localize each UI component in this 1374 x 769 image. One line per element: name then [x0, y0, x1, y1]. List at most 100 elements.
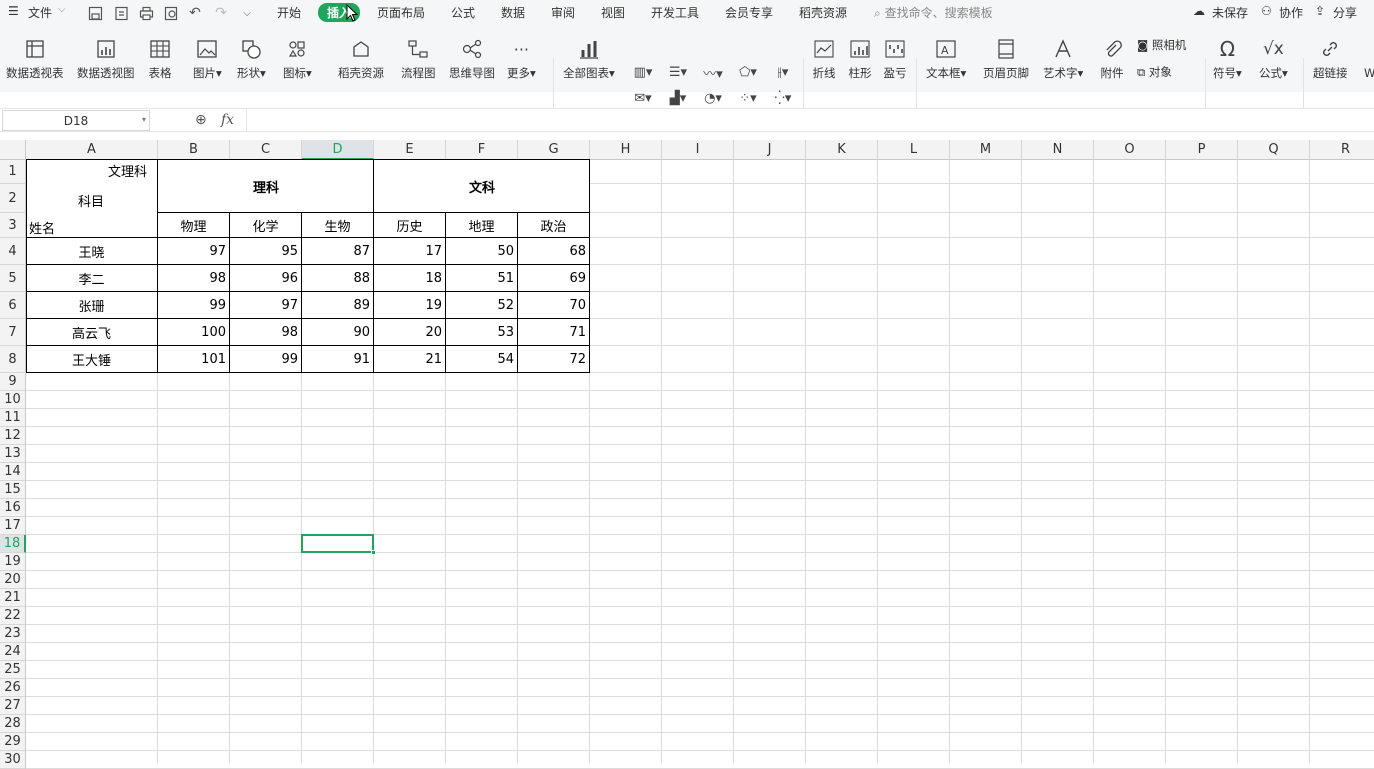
- combo-chart-icon[interactable]: ▟▾: [665, 90, 691, 106]
- pie-chart-icon[interactable]: ◔▾: [700, 90, 726, 106]
- wordart-button[interactable]: 艺术字▾: [1043, 36, 1083, 81]
- score-cell[interactable]: 52: [446, 292, 517, 318]
- tab-daoke[interactable]: 稻壳资源: [799, 4, 847, 21]
- score-cell[interactable]: 101: [158, 346, 229, 372]
- bubble-chart-icon[interactable]: ⁛▾: [770, 90, 796, 106]
- row-header-8[interactable]: 8: [0, 346, 26, 373]
- tab-data[interactable]: 数据: [501, 4, 525, 21]
- column-header-d[interactable]: D: [302, 140, 374, 160]
- fill-handle[interactable]: [371, 550, 376, 555]
- score-cell[interactable]: 97: [230, 292, 301, 318]
- mindmap-button[interactable]: 思维导图: [449, 36, 495, 81]
- row-header-30[interactable]: 30: [0, 751, 26, 769]
- header-footer-button[interactable]: 页眉页脚: [983, 36, 1029, 81]
- row-header-1[interactable]: 1: [0, 160, 26, 184]
- tab-member[interactable]: 会员专享: [725, 4, 773, 21]
- more-button[interactable]: ··· 更多▾: [507, 36, 536, 81]
- column-header-k[interactable]: K: [806, 140, 878, 160]
- column-header-j[interactable]: J: [734, 140, 806, 160]
- score-cell[interactable]: 20: [374, 319, 445, 345]
- tab-formulas[interactable]: 公式: [451, 4, 475, 21]
- score-cell[interactable]: 53: [446, 319, 517, 345]
- customize-chevron-icon[interactable]: ⌵: [238, 4, 256, 22]
- score-cell[interactable]: 98: [230, 319, 301, 345]
- row-header-28[interactable]: 28: [0, 715, 26, 733]
- row-header-12[interactable]: 12: [0, 427, 26, 445]
- row-header-9[interactable]: 9: [0, 373, 26, 391]
- student-name[interactable]: 王晓: [26, 238, 157, 264]
- export-pdf-icon[interactable]: [112, 4, 130, 22]
- share-button[interactable]: 分享: [1333, 4, 1357, 21]
- row-header-22[interactable]: 22: [0, 607, 26, 625]
- tab-view[interactable]: 视图: [601, 4, 625, 21]
- column-header-q[interactable]: Q: [1238, 140, 1310, 160]
- row-header-29[interactable]: 29: [0, 733, 26, 751]
- pivot-chart-button[interactable]: 数据透视图: [77, 36, 135, 81]
- column-header-p[interactable]: P: [1166, 140, 1238, 160]
- flowchart-button[interactable]: 流程图: [401, 36, 436, 81]
- all-charts-button[interactable]: 全部图表▾: [563, 36, 615, 81]
- fx-icon[interactable]: fx: [221, 112, 234, 128]
- print-preview-icon[interactable]: [162, 4, 180, 22]
- row-header-19[interactable]: 19: [0, 553, 26, 571]
- object-button[interactable]: ⧉ 对象: [1137, 64, 1172, 80]
- row-header-10[interactable]: 10: [0, 391, 26, 409]
- score-cell[interactable]: 72: [518, 346, 589, 372]
- score-cell[interactable]: 21: [374, 346, 445, 372]
- row-header-21[interactable]: 21: [0, 589, 26, 607]
- zoom-icon[interactable]: ⊕: [195, 112, 207, 128]
- chevron-down-icon[interactable]: ⌵: [58, 4, 66, 15]
- subject-header[interactable]: 生物: [302, 213, 373, 237]
- score-cell[interactable]: 98: [158, 265, 229, 291]
- score-cell[interactable]: 91: [302, 346, 373, 372]
- redo-icon[interactable]: ↷: [212, 4, 230, 22]
- column-header-g[interactable]: G: [518, 140, 590, 160]
- print-icon[interactable]: [137, 4, 155, 22]
- score-cell[interactable]: 18: [374, 265, 445, 291]
- score-cell[interactable]: 70: [518, 292, 589, 318]
- column-header-n[interactable]: N: [1022, 140, 1094, 160]
- column-header-a[interactable]: A: [26, 140, 158, 160]
- bar-h-chart-icon[interactable]: ☰▾: [665, 64, 691, 80]
- student-name[interactable]: 李二: [26, 265, 157, 291]
- row-header-15[interactable]: 15: [0, 481, 26, 499]
- area-chart-icon[interactable]: ✉▾: [630, 90, 656, 106]
- subject-header[interactable]: 物理: [158, 213, 229, 237]
- row-header-18[interactable]: 18: [0, 535, 26, 553]
- symbol-button[interactable]: Ω 符号▾: [1213, 36, 1242, 81]
- shape-button[interactable]: 形状▾: [237, 36, 266, 81]
- score-cell[interactable]: 68: [518, 238, 589, 264]
- tab-page-layout[interactable]: 页面布局: [377, 4, 425, 21]
- scatter-chart-icon[interactable]: ⁘▾: [735, 90, 761, 106]
- column-header-b[interactable]: B: [158, 140, 230, 160]
- file-menu[interactable]: 文件: [28, 4, 52, 21]
- line-chart-icon[interactable]: 〰▾: [700, 64, 726, 82]
- column-header-l[interactable]: L: [878, 140, 950, 160]
- score-cell[interactable]: 51: [446, 265, 517, 291]
- camera-button[interactable]: ◙ 照相机: [1137, 37, 1186, 53]
- row-header-4[interactable]: 4: [0, 238, 26, 265]
- subject-header[interactable]: 地理: [446, 213, 517, 237]
- column-header-c[interactable]: C: [230, 140, 302, 160]
- row-header-17[interactable]: 17: [0, 517, 26, 535]
- textbox-button[interactable]: A 文本框▾: [926, 36, 966, 81]
- column-header-i[interactable]: I: [662, 140, 734, 160]
- group-arts[interactable]: 文科: [374, 160, 590, 213]
- group-science[interactable]: 理科: [158, 160, 374, 213]
- spreadsheet-grid[interactable]: A B C D E F G H I J K L M N O P Q R 1 2 3 4 5 6 7 8 9 10 11 12 13 14 15 1…: [0, 140, 1374, 769]
- picture-button[interactable]: 图片▾: [193, 36, 222, 81]
- column-header-r[interactable]: R: [1310, 140, 1374, 160]
- chevron-down-icon[interactable]: ▾: [142, 115, 146, 124]
- stock-chart-icon[interactable]: ⫲▾: [770, 64, 796, 80]
- row-header-6[interactable]: 6: [0, 292, 26, 319]
- search-command[interactable]: ⌕ 查找命令、搜索模板: [874, 4, 993, 21]
- score-cell[interactable]: 95: [230, 238, 301, 264]
- icon-button[interactable]: 图标▾: [283, 36, 312, 81]
- overflow-label[interactable]: W: [1364, 66, 1374, 80]
- row-header-3[interactable]: 3: [0, 213, 26, 238]
- score-cell[interactable]: 54: [446, 346, 517, 372]
- score-cell[interactable]: 99: [230, 346, 301, 372]
- score-cell[interactable]: 97: [158, 238, 229, 264]
- tab-home[interactable]: 开始: [277, 4, 301, 21]
- score-cell[interactable]: 50: [446, 238, 517, 264]
